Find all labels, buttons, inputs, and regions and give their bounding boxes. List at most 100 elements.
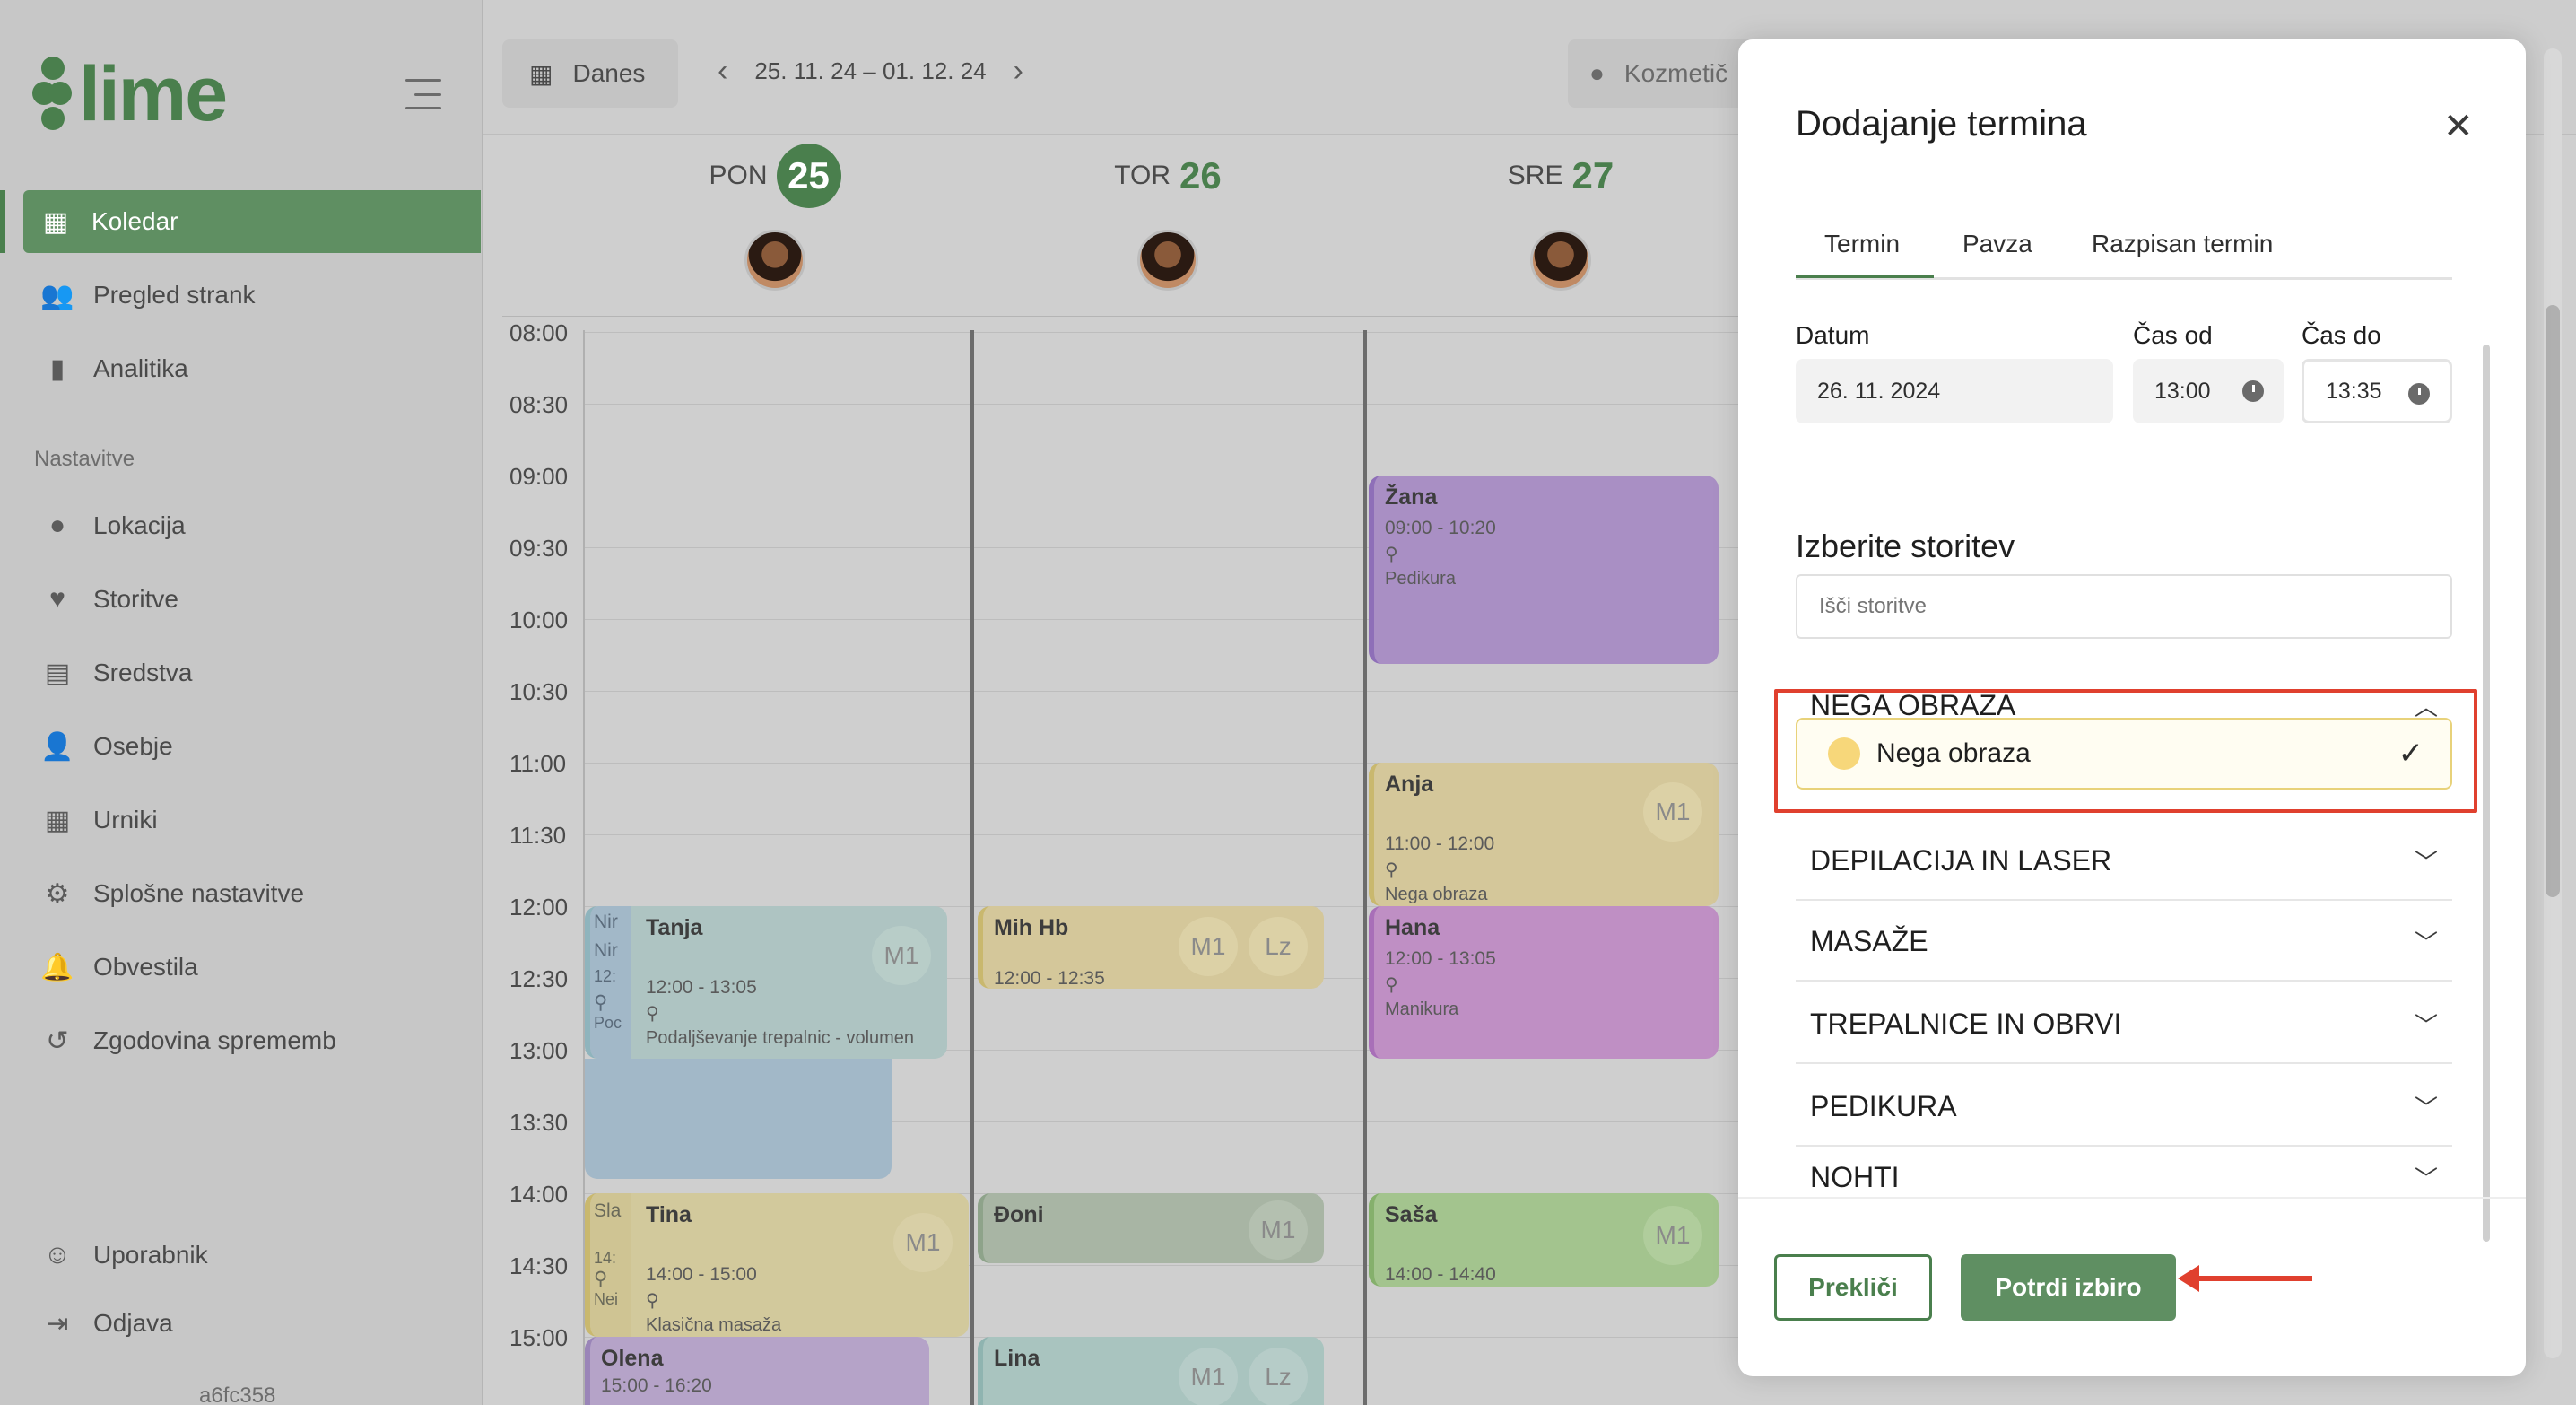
event-hana[interactable]: Hana 12:00 - 13:05 ⚲ Manikura <box>1369 906 1719 1059</box>
time-from-field[interactable]: 13:00 <box>2133 359 2284 423</box>
avatar <box>1530 230 1591 291</box>
staff-tag: M1 <box>1179 917 1238 976</box>
sidebar-item-label: Storitve <box>93 585 178 613</box>
gear-icon: ⚙ <box>45 878 70 909</box>
sidebar-item-osebje[interactable]: 👤 Osebje <box>25 715 483 778</box>
building-icon: ▤ <box>44 658 71 688</box>
chevron-right-icon[interactable]: › <box>1014 54 1023 89</box>
event-overlap[interactable]: Sla 14: ⚲ Nei <box>590 1193 631 1337</box>
event-name: Olena <box>601 1346 664 1371</box>
service-search-input[interactable] <box>1796 574 2452 639</box>
date-value: 26. 11. 2024 <box>1817 378 1941 404</box>
event-name: Žana <box>1385 484 1438 510</box>
event-service: Nega obraza <box>1385 885 1488 904</box>
sidebar-item-sredstva[interactable]: ▤ Sredstva <box>25 641 483 704</box>
hour-line <box>585 404 1767 405</box>
close-icon[interactable]: ✕ <box>2443 106 2474 147</box>
sidebar-item-label: Zgodovina sprememb <box>93 1026 336 1054</box>
staff-tag: M1 <box>1643 1206 1702 1265</box>
sidebar-item-splosne-nastavitve[interactable]: ⚙ Splošne nastavitve <box>25 862 483 925</box>
category-trepalnice-in-obrvi[interactable]: TREPALNICE IN OBRVI ﹀ <box>1796 985 2452 1064</box>
tab-termin[interactable]: Termin <box>1824 230 1900 258</box>
chevron-down-icon: ﹀ <box>2414 1094 2438 1121</box>
modal-title: Dodajanje termina <box>1796 104 2087 144</box>
event-time: 14: <box>594 1249 617 1267</box>
sidebar-item-label: Obvestila <box>93 953 198 981</box>
category-masaze[interactable]: MASAŽE ﹀ <box>1796 903 2452 982</box>
modal-scrollbar[interactable] <box>2483 345 2490 1242</box>
settings-section-label: Nastavitve <box>34 447 135 471</box>
modal-footer-divider <box>1738 1197 2526 1199</box>
day-header-mon[interactable]: PON 25 <box>578 144 972 291</box>
location-selector[interactable]: ● Kozmetič <box>1568 39 1765 108</box>
sidebar-item-koledar[interactable]: ▦ Koledar <box>0 190 481 253</box>
event-anja[interactable]: Anja 11:00 - 12:00 ⚲ Nega obraza M1 <box>1369 763 1719 906</box>
sidebar-item-obvestila[interactable]: 🔔 Obvestila <box>25 936 483 999</box>
today-button[interactable]: ▦ Danes <box>502 39 678 108</box>
sidebar-item-storitve[interactable]: ♥ Storitve <box>25 568 483 631</box>
time-label: 08:30 <box>509 391 569 418</box>
sidebar-item-label: Analitika <box>93 354 188 382</box>
service-section-title: Izberite storitev <box>1796 528 2015 564</box>
sidebar-item-pregled-strank[interactable]: 👥 Pregled strank <box>25 264 483 327</box>
sidebar: lime ▦ Koledar 👥 Pregled strank ▮ Analit… <box>0 0 483 1405</box>
day-divider <box>1363 330 1367 1405</box>
chevron-down-icon: ﹀ <box>2414 848 2438 876</box>
sidebar-item-zgodovina-sprememb[interactable]: ↺ Zgodovina sprememb <box>25 1009 483 1072</box>
sidebar-item-uporabnik[interactable]: ☺ Uporabnik <box>25 1224 483 1287</box>
event-overlap-nina[interactable]: Nir Nir 12: ⚲ Poc <box>590 906 631 1059</box>
staff-tag: M1 <box>1179 1348 1238 1405</box>
selection-highlight-box <box>1774 689 2477 813</box>
modal-tabs: Termin Pavza Razpisan termin <box>1796 226 2452 280</box>
time-label: 13:30 <box>509 1109 569 1136</box>
app-logo[interactable]: lime <box>32 56 228 133</box>
chevron-left-icon[interactable]: ‹ <box>718 54 727 89</box>
time-label: 08:00 <box>509 319 569 346</box>
category-label: DEPILACIJA IN LASER <box>1810 843 2112 877</box>
calendar-icon: ▦ <box>529 59 553 88</box>
category-nohti[interactable]: NOHTI ﹀ <box>1796 1148 2452 1197</box>
sidebar-item-analitika[interactable]: ▮ Analitika <box>25 337 483 400</box>
event-zana[interactable]: Žana 09:00 - 10:20 ⚲ Pedikura <box>1369 476 1719 664</box>
staff-tag: M1 <box>872 926 931 985</box>
resource-tag: Lz <box>1249 1348 1308 1405</box>
tab-razpisan-termin[interactable]: Razpisan termin <box>2092 230 2273 258</box>
category-label: NOHTI <box>1810 1161 1900 1193</box>
history-icon: ↺ <box>46 1025 69 1056</box>
event-tina[interactable]: Sla 14: ⚲ Nei Tina 14:00 - 15:00 ⚲ Klasi… <box>585 1193 969 1337</box>
sidebar-item-label: Koledar <box>91 207 178 235</box>
category-pedikura[interactable]: PEDIKURA ﹀ <box>1796 1068 2452 1147</box>
event-lina[interactable]: Lina M1 Lz <box>978 1337 1324 1405</box>
event-olena[interactable]: Olena 15:00 - 16:20 <box>585 1337 929 1405</box>
event-tanja[interactable]: Nir Nir 12: ⚲ Poc Tanja 12:00 - 13:05 ⚲ … <box>585 906 947 1059</box>
sidebar-item-odjava[interactable]: ⇥ Odjava <box>25 1292 483 1355</box>
tab-pavza[interactable]: Pavza <box>1962 230 2032 258</box>
sidebar-item-lokacija[interactable]: ● Lokacija <box>25 494 483 557</box>
sidebar-item-urniki[interactable]: ▦ Urniki <box>25 789 483 851</box>
menu-toggle-icon[interactable] <box>405 79 441 109</box>
user-icon: ☺ <box>43 1240 72 1270</box>
annotation-arrow-icon <box>2178 1265 2312 1292</box>
confirm-selection-button[interactable]: Potrdi izbiro <box>1961 1254 2176 1321</box>
cancel-button[interactable]: Prekliči <box>1774 1254 1932 1321</box>
event-nina-extension[interactable] <box>585 1059 892 1179</box>
day-header-tue[interactable]: TOR 26 <box>970 144 1365 291</box>
event-sasa[interactable]: Saša 14:00 - 14:40 M1 <box>1369 1193 1719 1287</box>
day-number: 26 <box>1179 154 1222 196</box>
page-scrollbar-thumb[interactable] <box>2546 305 2560 897</box>
time-to-field[interactable]: 13:35 <box>2302 359 2452 423</box>
staff-tag: M1 <box>893 1213 953 1272</box>
chevron-down-icon: ﹀ <box>2414 929 2438 956</box>
date-range-label: 25. 11. 24 – 01. 12. 24 <box>754 57 987 84</box>
category-depilacija-in-laser[interactable]: DEPILACIJA IN LASER ﹀ <box>1796 822 2452 901</box>
time-to-label: Čas do <box>2302 321 2381 349</box>
event-mih-hb[interactable]: Mih Hb 12:00 - 12:35 M1 Lz <box>978 906 1324 989</box>
date-field[interactable]: 26. 11. 2024 <box>1796 359 2113 423</box>
person-icon: ⚲ <box>594 992 608 1013</box>
event-doni[interactable]: Đoni M1 <box>978 1193 1324 1263</box>
hour-line <box>585 332 1767 333</box>
sidebar-item-label: Osebje <box>93 732 173 760</box>
time-label: 11:00 <box>509 750 567 777</box>
calendar-icon: ▦ <box>42 206 69 237</box>
day-header-wed[interactable]: SRE 27 <box>1363 144 1758 291</box>
